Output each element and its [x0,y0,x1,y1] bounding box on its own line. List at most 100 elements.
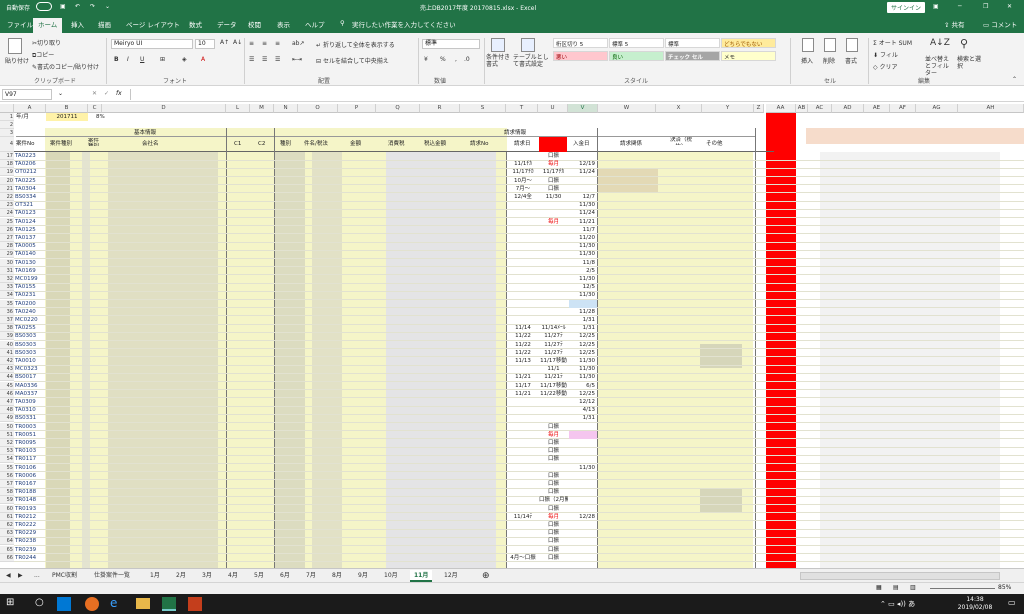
case-no-cell[interactable]: TA0310 [15,406,46,414]
name-box-dropdown-icon[interactable]: ⌄ [58,90,63,97]
invoice-date-cell[interactable]: 12/4全 [508,193,538,201]
case-no-cell[interactable]: TR0193 [15,505,46,513]
case-no-cell[interactable]: TA0125 [15,226,46,234]
row-header[interactable]: 29 [0,250,14,259]
billing-method-cell[interactable]: 11/30 [539,193,568,201]
invoice-date-cell[interactable]: 11/22 [508,332,538,340]
header-settlement[interactable]: 決済（税抜） [666,137,696,145]
sheet-tab[interactable]: 12月 [440,570,462,582]
header-tax[interactable]: 消費税 [388,140,412,148]
billing-method-cell[interactable]: 11/27ﾃ [539,341,568,349]
invoice-date-cell[interactable]: 7月～ [508,185,538,193]
column-header-ac[interactable]: AC [808,104,832,113]
worksheet-grid[interactable]: A B C D L M N O P Q R S T U V W X Y Z AA AB AC AD AE AF AG AH 1234… [0,104,1024,568]
borders-icon[interactable]: ⊞ [160,56,165,63]
clear-button[interactable]: ◇ クリア [873,62,898,71]
row-header[interactable]: 26 [0,225,14,234]
header-billing-relation[interactable]: 請求関係 [620,140,650,148]
row-header[interactable]: 22 [0,193,14,201]
autosave-toggle[interactable] [36,2,52,11]
payment-date-cell[interactable]: 11/8 [568,259,597,267]
row-header[interactable]: 31 [0,266,14,275]
sheet-tab[interactable]: 6月 [276,570,294,582]
header-red-cell[interactable] [539,137,567,152]
row-header[interactable]: 21 [0,184,14,193]
column-header-o[interactable]: O [298,104,338,113]
column-header-u[interactable]: U [538,104,568,113]
row-header[interactable]: 52 [0,439,14,447]
bold-button[interactable]: B [114,56,119,63]
case-no-cell[interactable]: TR0167 [15,480,46,488]
payment-date-cell[interactable]: 12/25 [568,341,597,349]
comma-icon[interactable]: , [455,56,457,63]
style-check-cell[interactable]: チェック セル [665,51,720,61]
case-no-cell[interactable]: OT0212 [15,168,46,176]
case-no-cell[interactable]: TR0006 [15,472,46,480]
table-format-icon[interactable] [521,38,535,52]
payment-date-cell[interactable]: 12/25 [568,332,597,340]
edge-icon[interactable]: e [110,596,117,610]
row-header[interactable]: 48 [0,406,14,415]
column-header-x[interactable]: X [656,104,702,113]
row-header[interactable]: 65 [0,545,14,554]
payment-date-cell[interactable]: 11/30 [568,250,597,258]
paste-button[interactable]: 貼り付け [5,56,29,65]
case-no-cell[interactable]: TA0155 [15,283,46,291]
row-header[interactable]: 59 [0,496,14,505]
case-no-cell[interactable]: TA0123 [15,209,46,217]
payment-date-cell[interactable]: 12/25 [568,390,597,398]
style-bad[interactable]: 悪い [553,51,608,61]
formula-input[interactable] [130,89,1020,100]
sheet-tab[interactable]: PMC収割 [48,570,81,582]
case-no-cell[interactable]: TA0010 [15,357,46,365]
percent-icon[interactable]: % [440,56,446,63]
copy-button[interactable]: ⧉コピー [32,50,54,60]
delete-cells-icon[interactable] [824,38,836,52]
payment-date-cell[interactable]: 12/19 [568,160,597,168]
row-header[interactable]: 51 [0,430,14,439]
row-header[interactable]: 61 [0,512,14,521]
sheet-tab[interactable]: 4月 [224,570,242,582]
tab-view[interactable]: 表示 [277,19,290,29]
highlight-cell[interactable] [569,430,597,439]
case-no-cell[interactable]: TR0106 [15,464,46,472]
row-header[interactable]: 56 [0,471,14,480]
payment-date-cell[interactable]: 12/5 [568,283,597,291]
payment-date-cell[interactable]: 12/7 [568,193,597,201]
style-good[interactable]: 良い [609,51,664,61]
row-header[interactable]: 55 [0,463,14,472]
cut-button[interactable]: ✂切り取り [32,38,61,47]
case-no-cell[interactable]: OT321 [15,201,46,209]
align-right-icon[interactable]: ☰ [275,56,280,63]
find-icon[interactable]: ⚲ [960,37,968,50]
align-left-icon[interactable]: ☰ [249,56,254,63]
autosum-button[interactable]: Σ オート SUM [873,38,912,47]
row-header[interactable]: 18 [0,160,14,169]
insert-cells-icon[interactable] [802,38,814,52]
payment-date-cell[interactable]: 11/28 [568,308,597,316]
row-header[interactable]: 17 [0,152,14,160]
italic-button[interactable]: I [127,56,129,63]
billing-method-cell[interactable]: 11/21ﾃ [539,373,568,381]
payment-date-cell[interactable]: 11/24 [568,209,597,217]
enter-icon[interactable]: ✓ [104,90,109,97]
file-explorer-icon[interactable] [136,598,150,609]
indent-icon[interactable]: ⇤⇥ [292,56,302,63]
sheet-tab[interactable]: 8月 [328,570,346,582]
case-no-cell[interactable]: BS0331 [15,414,46,422]
style-normal[interactable]: 標準 [665,38,720,48]
number-format-select[interactable]: 標準 [422,39,480,49]
highlight-cell[interactable] [569,299,597,308]
name-box[interactable]: V97 [2,89,52,100]
zoom-slider[interactable] [930,588,995,589]
column-header-m[interactable]: M [250,104,274,113]
invoice-date-cell[interactable]: 11/14ﾃ [508,513,538,521]
style-note[interactable]: メモ [721,51,776,61]
payment-date-cell[interactable]: 12/25 [568,349,597,357]
customize-icon[interactable]: ⌄ [105,3,110,10]
column-header-c[interactable]: C [88,104,102,113]
column-header-q[interactable]: Q [376,104,420,113]
save-icon[interactable]: ▣ [60,3,66,10]
tell-me-input[interactable]: 実行したい作業を入力してください [352,19,456,29]
header-other[interactable]: その他 [706,140,730,148]
